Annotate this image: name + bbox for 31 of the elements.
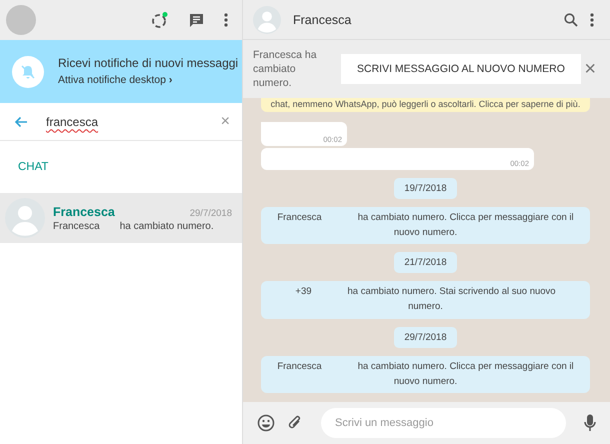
menu-icon[interactable] — [224, 13, 228, 27]
contact-name: Francesca — [53, 204, 115, 218]
status-icon[interactable] — [151, 11, 169, 29]
microphone-icon[interactable] — [584, 414, 596, 432]
message-new-number-button[interactable]: SCRIVI MESSAGGIO AL NUOVO NUMERO — [341, 54, 581, 84]
number-change-message[interactable]: +39 ha cambiato numero. Stai scrivendo al suo nuovo numero. — [261, 281, 590, 319]
encryption-notice[interactable]: chat, nemmeno WhatsApp, può leggerli o ascoltarli. Clicca per saperne di più. — [261, 98, 590, 112]
enable-notifications-link[interactable]: Attiva notifiche desktop › — [58, 74, 172, 86]
preview-sender: Francesca — [53, 220, 100, 232]
date-label: 29/7/2018 — [394, 326, 457, 348]
contact-avatar — [253, 6, 281, 34]
date-label: 19/7/2018 — [394, 178, 457, 199]
last-message-preview: ha cambiato numero. — [120, 220, 214, 232]
emoji-icon[interactable] — [257, 414, 275, 432]
number-change-message[interactable]: Francesca ha cambiato numero. Clicca per messaggiare con il nuovo numero. — [261, 356, 590, 394]
chat-list-item[interactable]: Francesca 29/7/2018 Francesca ha cambiato numero. — [0, 193, 242, 243]
section-label: CHAT — [17, 160, 50, 175]
search-icon[interactable] — [564, 12, 578, 26]
back-arrow-icon[interactable] — [14, 116, 28, 128]
menu-icon[interactable] — [590, 12, 594, 26]
chat-title: Francesca — [293, 12, 352, 26]
muted-bell-icon — [12, 56, 44, 88]
close-button[interactable]: × — [584, 58, 596, 80]
search-field[interactable]: francesca — [46, 114, 203, 128]
number-change-text: Francesca ha cambiato numero. — [253, 48, 318, 90]
number-change-message[interactable]: Francesca ha cambiato numero. Clicca per messaggiare con il nuovo numero. — [261, 207, 590, 244]
date-label: 21/7/2018 — [394, 252, 457, 274]
notification-title: Ricevi notifiche di nuovi messaggi — [58, 56, 238, 70]
new-chat-icon[interactable] — [189, 12, 204, 28]
contact-avatar — [5, 198, 45, 238]
chat-date: 29/7/2018 — [190, 208, 232, 218]
